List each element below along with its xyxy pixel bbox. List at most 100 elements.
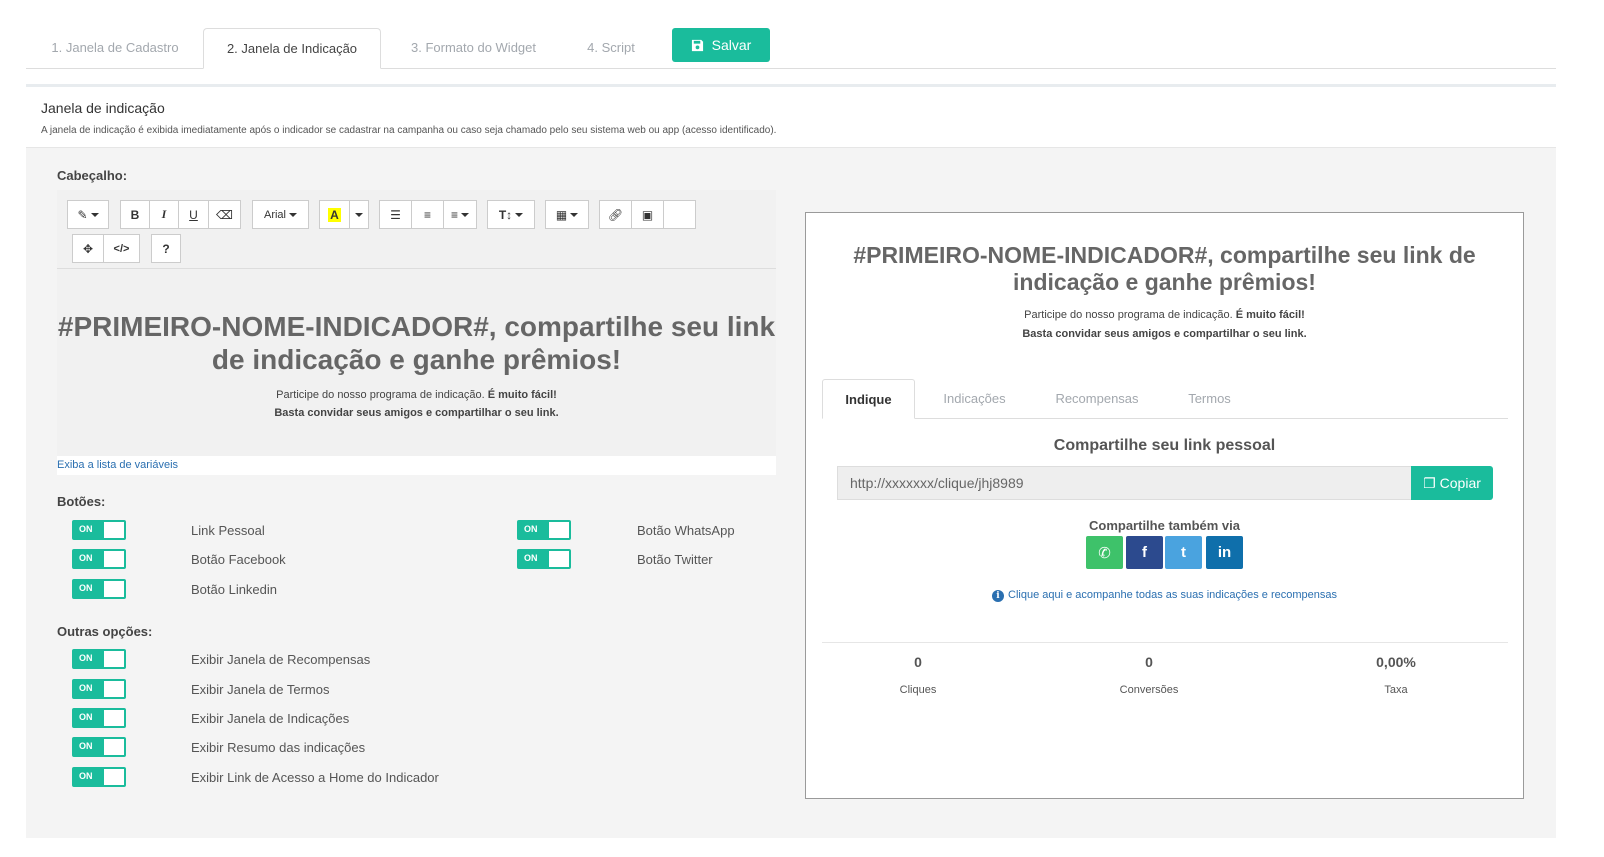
text-color-button[interactable]: A — [319, 200, 350, 229]
toggle-termos[interactable]: ON — [72, 679, 126, 699]
editor-content[interactable]: #PRIMEIRO-NOME-INDICADOR#, compartilhe s… — [57, 270, 776, 475]
preview-paragraph: Participe do nosso programa de indicação… — [806, 306, 1523, 344]
preview-tabs: Indique Indicações Recompensas Termos — [822, 379, 1508, 419]
font-name: Arial — [263, 208, 286, 221]
toggle-facebook[interactable]: ON — [72, 549, 126, 569]
ordered-list-button[interactable]: ≡ — [412, 200, 444, 229]
option-label: Botão Twitter — [637, 552, 713, 567]
toggle-on-text: ON — [79, 771, 93, 781]
toggle-knob — [104, 551, 124, 567]
toggle-on-text: ON — [79, 653, 93, 663]
tab-script[interactable]: 4. Script — [561, 28, 661, 69]
toggle-on-text: ON — [79, 712, 93, 722]
text-color-dropdown[interactable] — [350, 200, 369, 229]
toggle-knob — [104, 710, 124, 726]
tab-termos[interactable]: Termos — [1167, 379, 1252, 419]
whatsapp-button[interactable]: ✆ — [1086, 536, 1123, 569]
twitter-button[interactable]: t — [1165, 536, 1202, 569]
tab-recompensas[interactable]: Recompensas — [1037, 379, 1157, 419]
whatsapp-icon: ✆ — [1098, 544, 1111, 562]
video-button[interactable] — [664, 200, 696, 229]
toggle-indicacoes[interactable]: ON — [72, 708, 126, 728]
toggle-resumo[interactable]: ON — [72, 737, 126, 757]
tab-janela-indicacao[interactable]: 2. Janela de Indicação — [203, 28, 381, 69]
picture-icon: ▣ — [641, 207, 654, 222]
numbered-list-icon: ≡ — [423, 207, 431, 222]
editor-intro: Participe do nosso programa de indicação… — [276, 389, 485, 401]
step-tabs: 1. Janela de Cadastro 2. Janela de Indic… — [26, 28, 1556, 69]
code-view-button[interactable]: </> — [104, 234, 140, 263]
unordered-list-button[interactable]: ☰ — [379, 200, 412, 229]
paragraph-dropdown[interactable]: ≡ — [444, 200, 477, 229]
toggle-knob — [104, 522, 124, 538]
track-indications-link[interactable]: i Clique aqui e acompanhe todas as suas i… — [806, 589, 1523, 602]
preview-intro-bold: É muito fácil! — [1235, 309, 1305, 321]
eraser-icon: ⌫ — [216, 207, 233, 222]
toggle-linkedin[interactable]: ON — [72, 579, 126, 599]
bullet-list-icon: ☰ — [390, 207, 401, 222]
toggle-knob — [104, 739, 124, 755]
personal-link-input[interactable]: http://xxxxxxx/clique/jhj8989 — [837, 466, 1412, 500]
divider — [26, 84, 1556, 87]
toggle-home-link[interactable]: ON — [72, 767, 126, 787]
section-header: Janela de indicação A janela de indicaçã… — [26, 88, 1556, 148]
toggle-recompensas[interactable]: ON — [72, 649, 126, 669]
facebook-button[interactable]: f — [1126, 536, 1163, 569]
variables-link[interactable]: Exiba a lista de variáveis — [57, 459, 178, 471]
toggle-on-text: ON — [79, 553, 93, 563]
option-label: Exibir Resumo das indicações — [191, 740, 366, 755]
variables-bar: Exiba a lista de variáveis — [57, 456, 776, 475]
section-title: Janela de indicação — [41, 100, 165, 116]
tab-janela-cadastro[interactable]: 1. Janela de Cadastro — [26, 28, 204, 69]
italic-button[interactable]: I — [150, 200, 179, 229]
table-dropdown[interactable]: ▦ — [545, 200, 589, 229]
widget-preview: #PRIMEIRO-NOME-INDICADOR#, compartilhe s… — [805, 212, 1524, 799]
option-label: Botão Facebook — [191, 552, 286, 567]
underline-button[interactable]: U — [179, 200, 209, 229]
bold-icon: B — [130, 207, 140, 222]
link-button[interactable]: 🔗︎ — [599, 200, 632, 229]
save-button[interactable]: Salvar — [672, 28, 770, 62]
clear-format-button[interactable]: ⌫ — [209, 200, 241, 229]
info-icon: i — [992, 590, 1004, 602]
underline-icon: U — [189, 207, 198, 222]
font-family-dropdown[interactable]: Arial — [252, 200, 309, 229]
preview-heading: #PRIMEIRO-NOME-INDICADOR#, compartilhe s… — [853, 242, 1476, 295]
toggle-whatsapp[interactable]: ON — [517, 520, 571, 540]
tab-formato-widget[interactable]: 3. Formato do Widget — [386, 28, 561, 69]
arrows-icon: ✥ — [82, 241, 94, 256]
editor-toolbar: ✎ B I U ⌫ Arial A ☰ ≡ ≡ T↕ ▦ 🔗︎ ▣ ✥ </> … — [57, 190, 776, 269]
option-label: Botão WhatsApp — [637, 523, 735, 538]
option-label: Exibir Janela de Indicações — [191, 711, 350, 726]
copy-button[interactable]: ❐ Copiar — [1411, 466, 1493, 500]
section-description: A janela de indicação é exibida imediata… — [41, 125, 777, 136]
stats-divider — [822, 642, 1508, 643]
italic-icon: I — [161, 207, 167, 221]
toggle-on-text: ON — [524, 524, 538, 534]
bold-button[interactable]: B — [120, 200, 150, 229]
toggle-link-pessoal[interactable]: ON — [72, 520, 126, 540]
header-label: Cabeçalho: — [57, 168, 128, 183]
toggle-knob — [104, 651, 124, 667]
toggle-on-text: ON — [79, 683, 93, 693]
linkedin-button[interactable]: in — [1206, 536, 1243, 569]
text-height-icon: T↕ — [498, 207, 513, 222]
stat-conversions-value: 0 — [1145, 654, 1153, 670]
stat-rate-value: 0,00% — [1376, 654, 1416, 670]
stat-clicks-value: 0 — [914, 654, 922, 670]
help-button[interactable]: ? — [151, 234, 181, 263]
fullscreen-button[interactable]: ✥ — [72, 234, 104, 263]
toggle-knob — [104, 581, 124, 597]
tab-indique[interactable]: Indique — [822, 379, 915, 419]
style-dropdown[interactable]: ✎ — [67, 200, 109, 229]
tab-indicacoes[interactable]: Indicações — [922, 379, 1027, 419]
font-size-dropdown[interactable]: T↕ — [487, 200, 535, 229]
option-label: Exibir Janela de Termos — [191, 682, 330, 697]
toggle-on-text: ON — [79, 741, 93, 751]
image-button[interactable]: ▣ — [632, 200, 664, 229]
toggle-twitter[interactable]: ON — [517, 549, 571, 569]
twitter-icon: t — [1181, 544, 1186, 561]
preview-intro: Participe do nosso programa de indicação… — [1024, 309, 1233, 321]
facebook-icon: f — [1142, 544, 1147, 561]
share-title: Compartilhe seu link pessoal — [1053, 437, 1276, 454]
